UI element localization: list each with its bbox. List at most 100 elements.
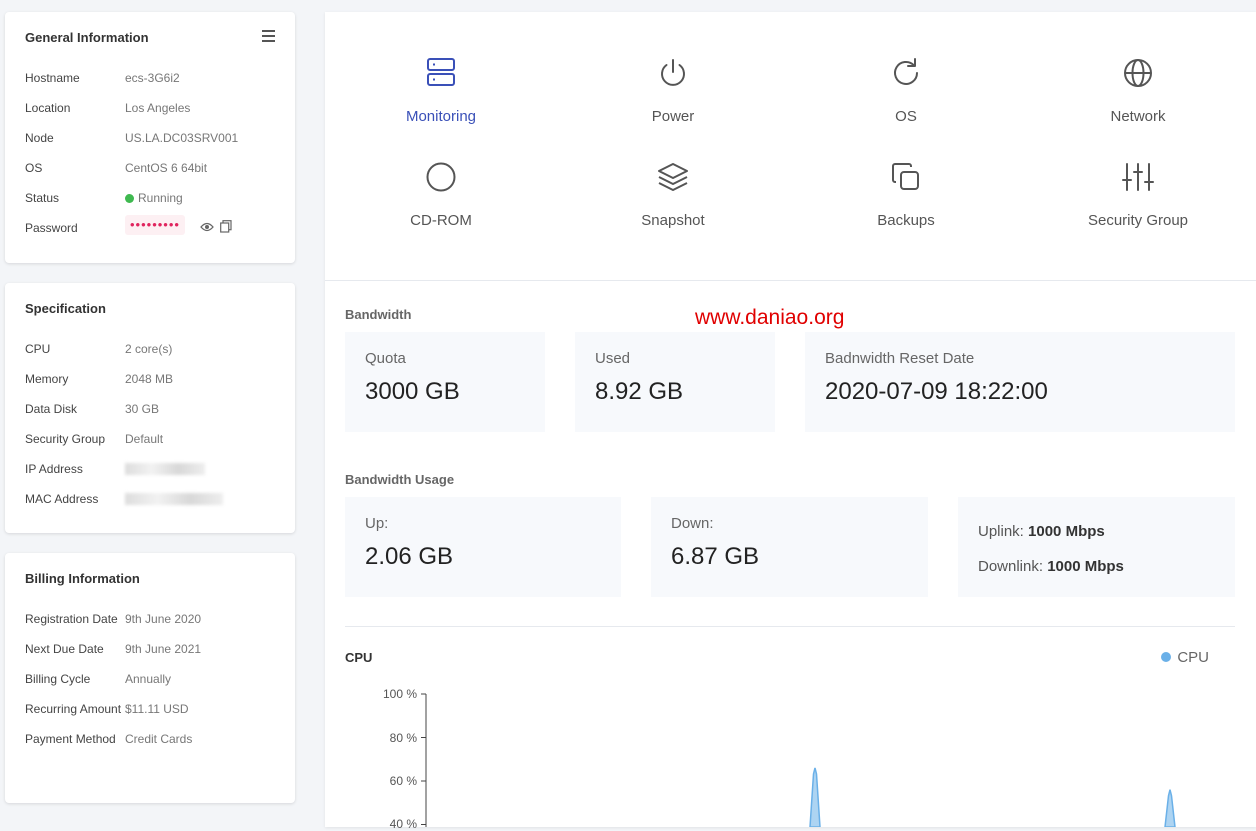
- tile-monitoring[interactable]: Monitoring: [325, 57, 557, 147]
- eye-icon[interactable]: [200, 221, 214, 237]
- tile-label: Monitoring: [405, 108, 477, 125]
- label: IP Address: [25, 462, 83, 476]
- label: Hostname: [25, 71, 80, 85]
- general-info-card: General Information Hostname ecs-3G6i2 L…: [5, 12, 295, 263]
- uplink-label: Uplink:: [978, 523, 1024, 540]
- cpu-chart: [421, 693, 1176, 827]
- tile-network[interactable]: Network: [1022, 57, 1254, 147]
- downlink-label: Downlink:: [978, 558, 1044, 575]
- tile-label: Security Group: [1087, 212, 1189, 229]
- specification-card: Specification CPU 2 core(s) Memory 2048 …: [5, 283, 295, 533]
- card-title: General Information: [25, 30, 149, 45]
- tile-security-group[interactable]: Security Group: [1022, 161, 1254, 251]
- circle-icon: [426, 162, 456, 192]
- stat-up: Up: 2.06 GB: [345, 497, 621, 597]
- legend-label: CPU: [1177, 649, 1209, 666]
- label: Security Group: [25, 432, 106, 446]
- value: CentOS 6 64bit: [125, 161, 208, 175]
- value: 2 core(s): [125, 342, 173, 356]
- label: Node: [25, 131, 54, 145]
- legend-dot-icon: [1161, 652, 1172, 662]
- value: 9th June 2020: [125, 612, 202, 626]
- label: Recurring Amount: [25, 702, 122, 716]
- bandwidth-usage-title: Bandwidth Usage: [345, 472, 455, 487]
- tile-os[interactable]: OS: [790, 57, 1022, 147]
- tile-label: Network: [1110, 108, 1166, 125]
- stat-reset-date: Badnwidth Reset Date 2020-07-09 18:22:00: [805, 332, 1235, 432]
- menu-icon[interactable]: [262, 30, 275, 45]
- stat-link-speed: Uplink: 1000 Mbps Downlink: 1000 Mbps: [958, 497, 1235, 597]
- card-title: Billing Information: [25, 571, 140, 586]
- label: Data Disk: [25, 402, 78, 416]
- stat-label: Badnwidth Reset Date: [825, 350, 975, 367]
- label: Next Due Date: [25, 642, 104, 656]
- tile-snapshot[interactable]: Snapshot: [557, 161, 789, 251]
- label: Password: [25, 221, 78, 235]
- billing-card: Billing Information Registration Date 9t…: [5, 553, 295, 803]
- label: Registration Date: [25, 612, 118, 626]
- label: Memory: [25, 372, 69, 386]
- globe-icon: [1124, 59, 1152, 87]
- stat-value: 2020-07-09 18:22:00: [825, 378, 1048, 405]
- tile-label: OS: [895, 108, 917, 125]
- refresh-icon: [894, 58, 918, 85]
- label: OS: [25, 161, 43, 175]
- cpu-spike: [1164, 789, 1176, 827]
- tiles-divider: [325, 280, 1256, 281]
- status-dot-icon: [125, 194, 134, 203]
- value: 30 GB: [125, 402, 160, 416]
- cpu-chart-title: CPU: [345, 650, 373, 665]
- copy-icon: [892, 163, 919, 190]
- sliders-icon: [1122, 163, 1154, 191]
- status-value: Running: [125, 190, 183, 206]
- tile-label: CD-ROM: [410, 212, 472, 229]
- stat-value: 3000 GB: [365, 378, 460, 405]
- stat-label: Up:: [365, 515, 389, 532]
- password-value: •••••••••: [125, 215, 185, 235]
- watermark: www.daniao.org: [695, 306, 845, 329]
- label: Billing Cycle: [25, 672, 91, 686]
- value: Los Angeles: [125, 101, 191, 115]
- copy-icon[interactable]: [220, 220, 232, 237]
- downlink-line: Downlink: 1000 Mbps: [978, 558, 1124, 575]
- stat-quota: Quota 3000 GB: [345, 332, 545, 432]
- value: $11.11 USD: [125, 702, 189, 716]
- stat-label: Used: [595, 350, 631, 367]
- tile-label: Power: [651, 108, 695, 125]
- cpu-spike: [809, 767, 821, 827]
- tile-backups[interactable]: Backups: [790, 161, 1022, 251]
- stat-value: 2.06 GB: [365, 543, 454, 570]
- uplink-value: 1000 Mbps: [1028, 523, 1105, 540]
- value: 2048 MB: [125, 372, 174, 386]
- stat-value: 6.87 GB: [671, 543, 760, 570]
- card-title: Specification: [25, 301, 106, 316]
- label: Status: [25, 191, 60, 205]
- layers-icon: [658, 163, 688, 191]
- value: US.LA.DC03SRV001: [125, 131, 239, 145]
- tile-power[interactable]: Power: [557, 57, 789, 147]
- label: Payment Method: [25, 732, 116, 746]
- redacted-ip: [125, 463, 205, 475]
- tile-label: Backups: [877, 212, 935, 229]
- stat-label: Quota: [365, 350, 406, 367]
- tile-cd-rom[interactable]: CD-ROM: [325, 161, 557, 251]
- value: Credit Cards: [125, 732, 193, 746]
- stat-down: Down: 6.87 GB: [651, 497, 928, 597]
- stat-used: Used 8.92 GB: [575, 332, 775, 432]
- redacted-mac: [125, 493, 223, 505]
- downlink-value: 1000 Mbps: [1047, 558, 1124, 575]
- value: 9th June 2021: [125, 642, 202, 656]
- uplink-line: Uplink: 1000 Mbps: [978, 523, 1105, 540]
- value: Annually: [125, 672, 172, 686]
- usage-divider: [345, 626, 1235, 627]
- stat-value: 8.92 GB: [595, 378, 684, 405]
- cpu-legend[interactable]: CPU: [1161, 649, 1209, 666]
- label: CPU: [25, 342, 51, 356]
- server-icon: [427, 58, 455, 86]
- label: Location: [25, 101, 71, 115]
- main-panel: Monitoring Power OS Network CD-ROM Snaps…: [325, 12, 1256, 831]
- stat-label: Down:: [671, 515, 714, 532]
- value: Default: [125, 432, 164, 446]
- power-icon: [661, 59, 685, 86]
- label: MAC Address: [25, 492, 99, 506]
